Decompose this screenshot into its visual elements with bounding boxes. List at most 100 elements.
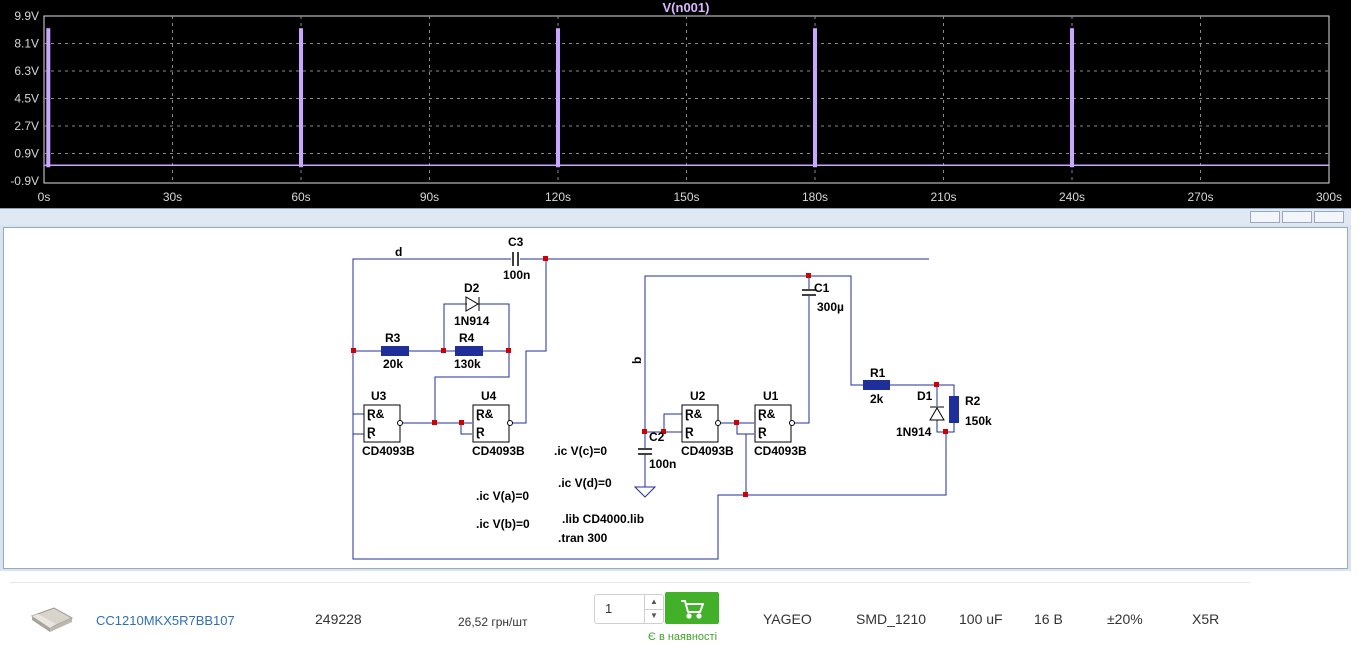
y-tick-label: 2.7V	[14, 119, 39, 133]
dielectric: X5R	[1192, 611, 1220, 627]
resistor-r2[interactable]	[949, 396, 959, 423]
row-divider	[10, 582, 1250, 583]
x-tick-label: 90s	[420, 190, 439, 204]
u3-label: U3	[371, 389, 387, 403]
r3-value: 20k	[383, 357, 403, 371]
y-tick-label: 8.1V	[14, 37, 39, 51]
svg-text:Ɽ: Ɽ	[758, 425, 767, 439]
x-tick-label: 150s	[673, 190, 699, 204]
svg-text:Ɽ: Ɽ	[367, 425, 376, 439]
quantity-input[interactable]: 1	[605, 601, 612, 616]
trace-pulse	[1070, 28, 1074, 168]
u1-label: U1	[763, 389, 779, 403]
u2-value: CD4093B	[681, 444, 734, 458]
svg-text:Ɽ: Ɽ	[685, 425, 694, 439]
u4-label: U4	[481, 389, 497, 403]
d1-label: D1	[917, 389, 933, 403]
d2-label: D2	[464, 281, 480, 295]
decrement-button[interactable]: ▼	[644, 609, 663, 623]
gate-u2-symbol: Ɽ&	[685, 407, 703, 421]
cart-icon	[681, 600, 704, 619]
r1-label: R1	[870, 366, 886, 380]
maximize-button[interactable]	[1282, 211, 1312, 223]
package: SMD_1210	[856, 611, 927, 627]
product-row: CC1210MKX5R7BB107 249228 26,52 грн/шт 1 …	[0, 582, 1367, 665]
x-tick-label: 210s	[930, 190, 956, 204]
y-tick-label: 0.9V	[14, 147, 39, 161]
gate-u3[interactable]: Ɽ& Ɽ	[363, 404, 403, 443]
y-tick-label: 4.5V	[14, 92, 39, 106]
product-code: 249228	[315, 611, 362, 627]
gate-u4-symbol: Ɽ&	[476, 407, 494, 421]
wires	[352, 258, 955, 560]
trace-pulse	[813, 28, 817, 168]
x-tick-label: 60s	[291, 190, 310, 204]
trace-title[interactable]: V(n001)	[663, 0, 710, 15]
capacitor-c2[interactable]	[638, 448, 652, 455]
x-tick-label: 30s	[163, 190, 182, 204]
gate-u1-symbol: Ɽ&	[758, 407, 776, 421]
x-tick-label: 0s	[38, 190, 51, 204]
gate-u2[interactable]: Ɽ& Ɽ	[681, 404, 721, 443]
diode-d2[interactable]	[465, 296, 480, 312]
c1-label: C1	[814, 281, 830, 295]
gate-u3-symbol: Ɽ&	[367, 407, 385, 421]
directive-ic-b[interactable]: .ic V(b)=0	[476, 517, 530, 531]
u3-value: CD4093B	[362, 444, 415, 458]
minimize-button[interactable]	[1250, 211, 1280, 223]
r1-value: 2k	[870, 392, 884, 406]
c2-value: 100n	[649, 457, 676, 471]
waveform-pane[interactable]: V(n001) 9.9V 8.1V 6.3V 4.5V 2.7V 0.9V -0.9V 0s…	[0, 0, 1351, 212]
schematic-drawing[interactable]: Ɽ& Ɽ Ɽ& Ɽ Ɽ& Ɽ Ɽ& Ɽ d b C3 100n D2 1N914…	[4, 228, 1347, 568]
close-button[interactable]	[1314, 211, 1344, 223]
r4-label: R4	[459, 331, 475, 345]
capacitance: 100 uF	[959, 611, 1003, 627]
u1-value: CD4093B	[754, 444, 807, 458]
net-label-b: b	[630, 357, 644, 364]
svg-text:Ɽ: Ɽ	[476, 425, 485, 439]
r2-label: R2	[965, 394, 981, 408]
quantity-stepper[interactable]: 1 ▲ ▼	[594, 594, 664, 624]
u4-value: CD4093B	[472, 444, 525, 458]
c3-label: C3	[508, 235, 524, 249]
part-number-link[interactable]: CC1210MKX5R7BB107	[96, 613, 235, 628]
r2-value: 150k	[965, 414, 992, 428]
d1-value: 1N914	[896, 425, 932, 439]
trace-pulse	[46, 28, 51, 168]
voltage: 16 В	[1034, 611, 1063, 627]
y-tick-label: 9.9V	[14, 9, 39, 23]
resistor-r4[interactable]	[455, 346, 483, 356]
c1-value: 300µ	[817, 300, 844, 314]
resistor-r1[interactable]	[863, 380, 890, 390]
directive-tran[interactable]: .tran 300	[558, 531, 608, 545]
gate-u1[interactable]: Ɽ& Ɽ	[754, 404, 795, 443]
schematic-canvas[interactable]: Ɽ& Ɽ Ɽ& Ɽ Ɽ& Ɽ Ɽ& Ɽ d b C3 100n D2 1N914…	[3, 227, 1348, 569]
diode-d1[interactable]	[929, 406, 945, 421]
trace-pulse	[299, 28, 303, 168]
directive-lib[interactable]: .lib CD4000.lib	[562, 512, 644, 526]
r4-value: 130k	[454, 357, 481, 371]
capacitor-c3[interactable]	[512, 252, 519, 266]
trace-pulse	[556, 28, 560, 168]
tolerance: ±20%	[1107, 611, 1143, 627]
schematic-titlebar[interactable]	[0, 209, 1351, 225]
resistor-r3[interactable]	[381, 346, 409, 356]
y-tick-label: 6.3V	[14, 64, 39, 78]
add-to-cart-button[interactable]	[665, 592, 719, 624]
directive-ic-a[interactable]: .ic V(a)=0	[476, 489, 529, 503]
u2-label: U2	[690, 389, 706, 403]
directive-ic-c[interactable]: .ic V(c)=0	[554, 444, 607, 458]
waveform-plot[interactable]: V(n001) 9.9V 8.1V 6.3V 4.5V 2.7V 0.9V -0.9V 0s…	[0, 0, 1351, 212]
r3-label: R3	[385, 331, 401, 345]
x-tick-label: 270s	[1187, 190, 1213, 204]
chip-thumbnail	[30, 607, 74, 632]
directive-ic-d[interactable]: .ic V(d)=0	[558, 476, 612, 490]
x-tick-label: 240s	[1059, 190, 1085, 204]
gate-u4[interactable]: Ɽ& Ɽ	[472, 404, 513, 443]
increment-button[interactable]: ▲	[644, 595, 663, 610]
y-tick-label: -0.9V	[10, 174, 39, 188]
c3-value: 100n	[503, 268, 530, 282]
net-label-d: d	[395, 245, 402, 259]
schematic-window: Ɽ& Ɽ Ɽ& Ɽ Ɽ& Ɽ Ɽ& Ɽ d b C3 100n D2 1N914…	[0, 208, 1351, 571]
price: 26,52 грн/шт	[458, 615, 528, 629]
